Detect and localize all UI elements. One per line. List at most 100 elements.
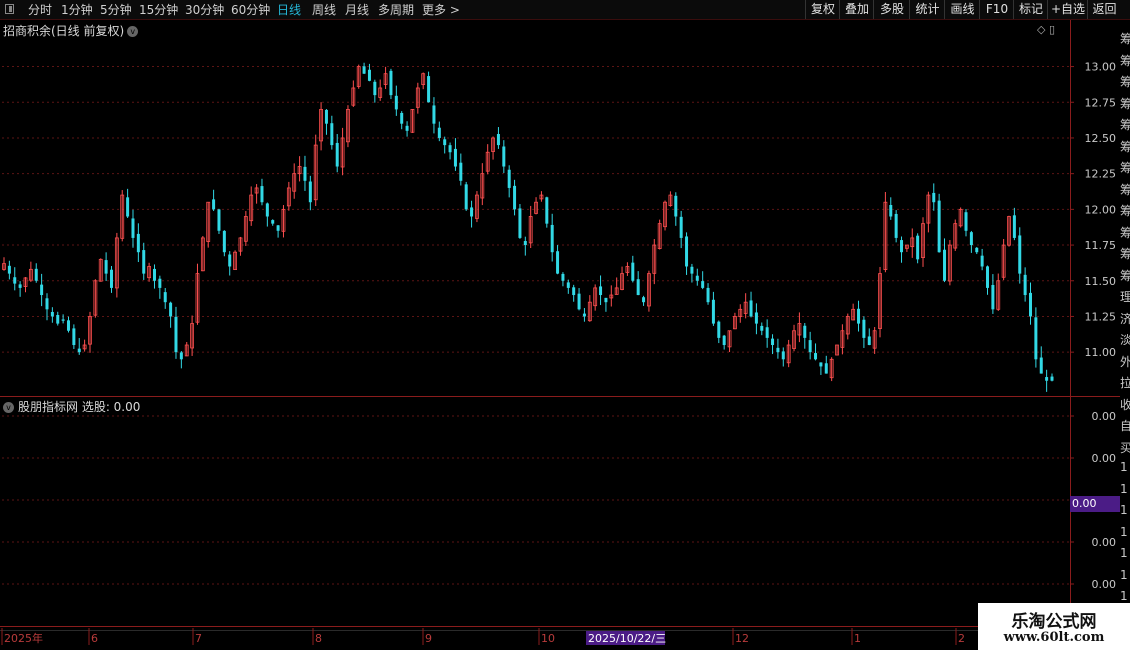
right-strip-char: 筹	[1120, 75, 1130, 89]
candle-body-down	[400, 112, 404, 124]
date-tick-label: 6	[91, 632, 98, 645]
right-strip-char: 理	[1120, 290, 1130, 304]
candle-body-down	[674, 195, 678, 217]
site-watermark-logo: 乐淘公式网 www.60lt.com	[978, 603, 1130, 650]
candle-body-down	[1034, 317, 1038, 360]
candle-body-down	[932, 192, 936, 203]
label-layer: 13.00 12.75 12.50 12.25 12.00 11.75 11.50 11.25…	[4, 61, 1116, 645]
right-strip-char: 筹	[1120, 268, 1130, 283]
candle-body-down	[636, 279, 640, 296]
candle-body-down	[765, 327, 769, 338]
candle-body-down	[980, 255, 984, 267]
price-tick-label: 13.00	[1085, 61, 1117, 74]
candle-body-down	[1050, 376, 1054, 381]
candle-body-down	[394, 95, 398, 110]
indicator-tick-label: 0.00	[1092, 578, 1117, 591]
right-strip-char: 1	[1120, 567, 1128, 582]
right-strip-char: 1	[1120, 460, 1128, 474]
main-chart-title: 招商积余(日线 前复权) v	[3, 22, 139, 39]
right-strip-char: 筹	[1120, 204, 1130, 218]
right-strip-char: 1	[1120, 546, 1128, 560]
candle-body-down	[991, 284, 995, 310]
candle-body-down	[18, 284, 22, 288]
right-strip-char: 自	[1120, 419, 1130, 433]
candle-body-down	[867, 336, 871, 346]
cursor-date-label: 2025/10/22/三	[588, 632, 666, 645]
candle-body-down	[749, 300, 753, 317]
candle-body-down	[324, 109, 328, 124]
right-strip-char: 筹	[1120, 247, 1130, 261]
candle-body-down	[776, 347, 780, 353]
date-tick-label: 1	[854, 632, 861, 645]
candle-body-down	[685, 236, 689, 267]
candle-body-down	[163, 292, 167, 303]
candle-body-down	[824, 363, 828, 374]
dropdown-circle-icon[interactable]: v	[127, 26, 139, 37]
date-tick-label: 10	[541, 632, 555, 645]
candle-body-down	[1023, 274, 1027, 296]
candle-body-down	[7, 265, 11, 274]
candle-body-down	[152, 268, 156, 281]
candle-body-down	[373, 81, 377, 96]
candle-body-down	[894, 213, 898, 238]
indicator-dropdown-icon[interactable]: v	[3, 402, 14, 413]
candle-body-down	[937, 200, 941, 253]
candle-body-down	[265, 203, 269, 217]
candle-body-down	[77, 348, 81, 353]
candle-body-down	[690, 266, 694, 274]
price-tick-label: 11.50	[1085, 275, 1117, 288]
candle-body-down	[550, 224, 554, 253]
candle-body-down	[158, 278, 162, 288]
candle-body-down	[212, 199, 216, 210]
candle-body-down	[389, 70, 393, 96]
candle-body-down	[459, 162, 463, 181]
chart-canvas[interactable]: 13.00 12.75 12.50 12.25 12.00 11.75 11.50 11.25…	[0, 0, 1130, 650]
candle-body-down	[45, 298, 49, 310]
candle-body-down	[1029, 292, 1033, 317]
price-tick-label: 12.00	[1085, 203, 1117, 216]
price-tick-label: 11.25	[1085, 310, 1117, 323]
candle-body-down	[432, 105, 436, 124]
candle-body-down	[642, 297, 646, 303]
right-strip-char: 济	[1120, 311, 1130, 326]
candle-body-down	[760, 325, 764, 331]
candle-body-down	[819, 362, 823, 367]
candle-body-down	[771, 338, 775, 346]
candle-body-down	[518, 208, 522, 238]
price-tick-label: 11.00	[1085, 346, 1117, 359]
candle-body-down	[582, 313, 586, 317]
candle-body-down	[889, 205, 893, 217]
candle-body-down	[330, 123, 334, 146]
candle-body-down	[66, 320, 70, 331]
selected-value-badge: 0.00	[1070, 496, 1120, 512]
right-strip-char: 筹	[1120, 161, 1130, 175]
candle-body-down	[556, 251, 560, 274]
candle-body-down	[711, 299, 715, 324]
candle-body-down	[427, 76, 431, 103]
candle-body-down	[631, 262, 635, 281]
candle-body-down	[502, 146, 506, 167]
candle-body-down	[695, 275, 699, 281]
date-tick-label: 7	[195, 632, 202, 645]
candle-body-down	[706, 287, 710, 303]
candle-body-down	[61, 319, 65, 321]
candle-body-down	[986, 266, 990, 288]
candle-body-down	[72, 328, 76, 346]
logo-line2: www.60lt.com	[1003, 630, 1105, 645]
candle-body-down	[104, 260, 108, 274]
right-strip-char: 1	[1120, 481, 1128, 496]
candle-body-down	[781, 351, 785, 360]
candle-body-down	[523, 240, 527, 246]
candle-body-down	[599, 286, 603, 296]
candle-body-down	[362, 66, 366, 74]
candle-body-down	[276, 225, 280, 231]
candle-body-down	[722, 335, 726, 346]
right-strip-char: 淡	[1120, 333, 1130, 347]
right-strip-char: 筹	[1120, 32, 1130, 46]
indicator-tick-label: 0.00	[1092, 536, 1117, 549]
chart-corner-icons[interactable]: ◇ ▯	[1037, 23, 1055, 36]
right-strip-char: 外	[1120, 354, 1130, 369]
date-tick-label: 9	[425, 632, 432, 645]
grid-layer	[0, 20, 1120, 645]
right-strip-char: 买	[1120, 440, 1130, 455]
